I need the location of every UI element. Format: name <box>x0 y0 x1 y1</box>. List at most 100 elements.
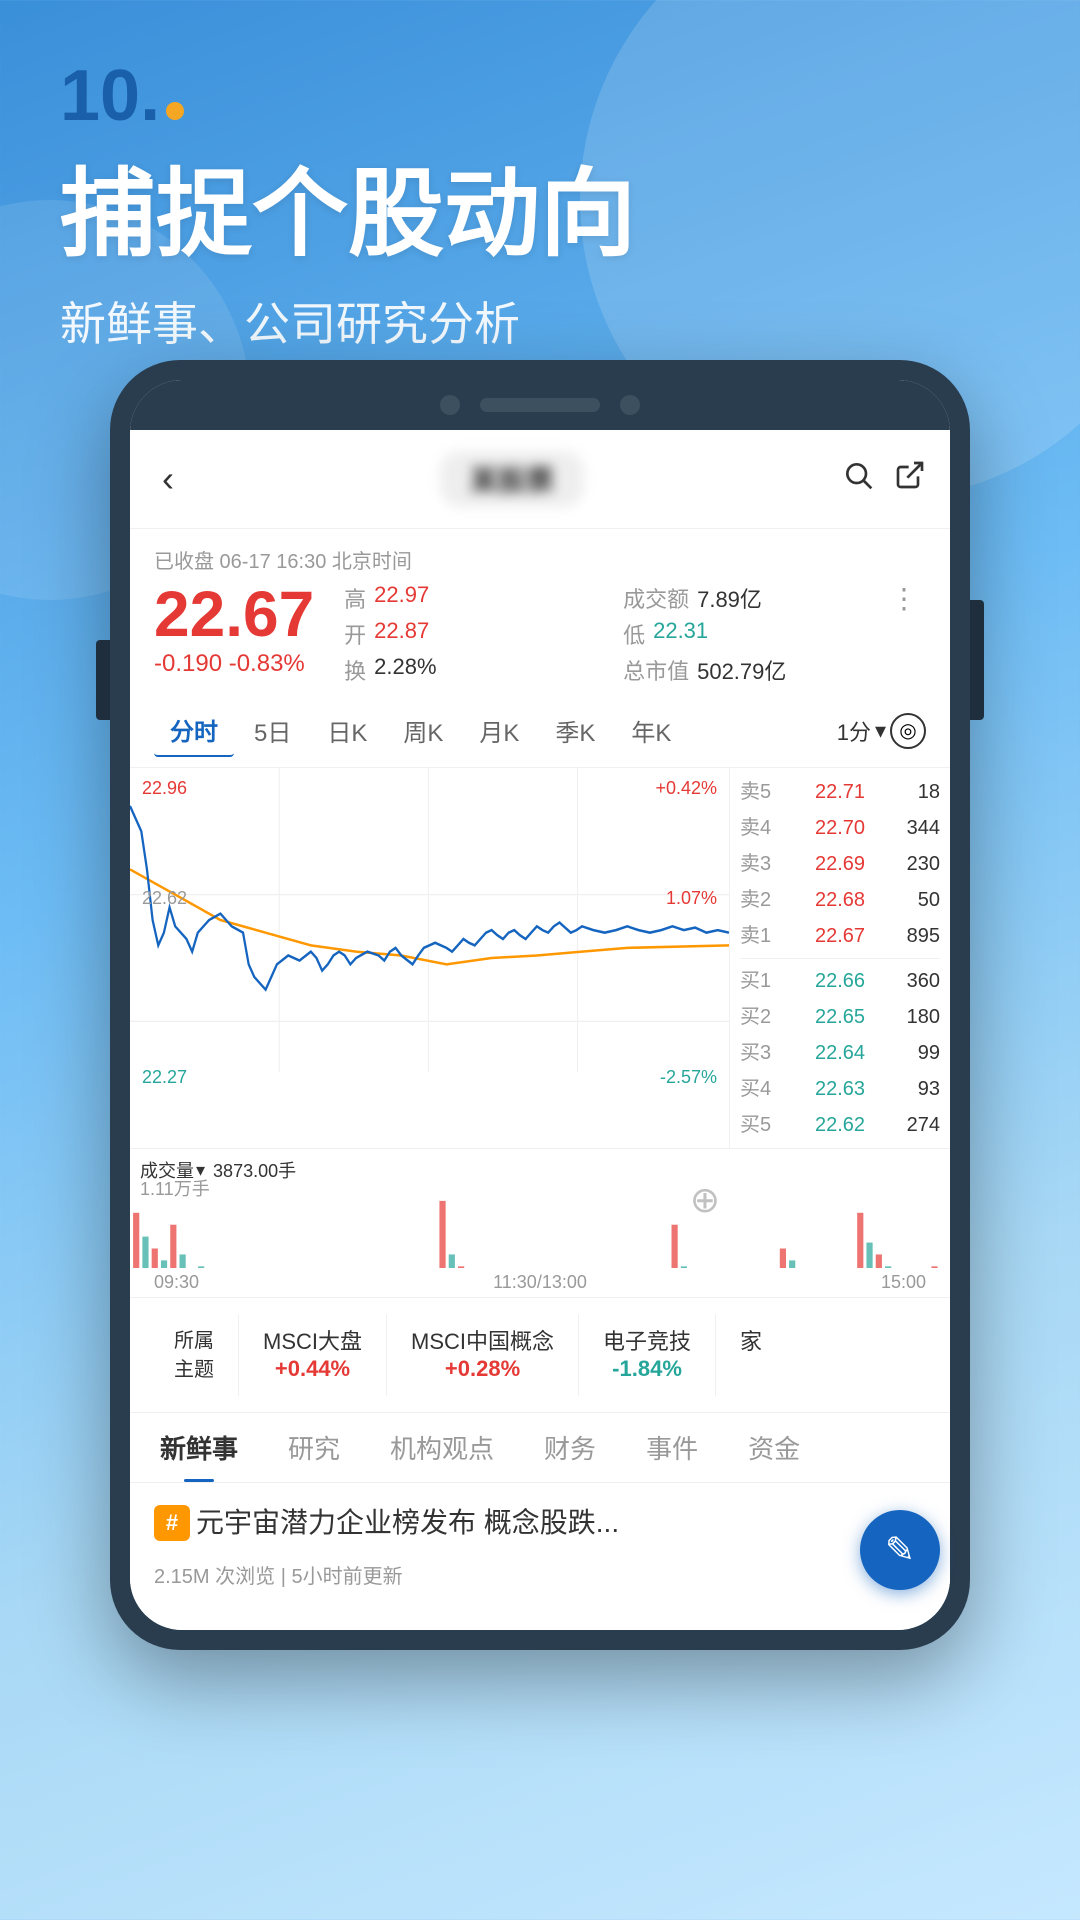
ob-buy3: 买3 22.64 99 <box>740 1035 940 1071</box>
volume-label: 成交额 <box>623 582 689 614</box>
news-hash-icon: # <box>154 1505 190 1541</box>
ob-buy2: 买2 22.65 180 <box>740 999 940 1035</box>
vol-unit: 1.11万手 <box>140 1175 210 1201</box>
sector-tag-more[interactable]: 家 <box>716 1314 786 1396</box>
hero-subtitle: 新鲜事、公司研究分析 <box>60 288 1020 354</box>
news-tag: # 元宇宙潜力企业榜发布 概念股跌... <box>154 1503 619 1542</box>
detail-open: 开 22.87 <box>344 618 603 650</box>
chart-pct-mid: 1.07% <box>666 888 717 909</box>
share-icon[interactable] <box>894 459 926 499</box>
ob-sell4: 卖4 22.70 344 <box>740 810 940 846</box>
sector-tag-msci-large[interactable]: MSCI大盘 +0.44% <box>239 1314 387 1396</box>
chart-high-label: 22.96 <box>142 778 187 799</box>
chart-freq-selector[interactable]: 1分 ▾ <box>837 715 886 747</box>
chart-mid-label: 22.62 <box>142 888 187 909</box>
front-camera-icon <box>440 395 460 415</box>
volume-bars-svg <box>130 1189 950 1268</box>
search-icon[interactable] <box>842 459 874 499</box>
sensor-icon <box>620 395 640 415</box>
sector-tag-esports[interactable]: 电子竞技 -1.84% <box>579 1314 716 1396</box>
low-label: 低 <box>623 618 645 650</box>
detail-low: 低 22.31 <box>623 618 882 650</box>
stock-price: 22.67 <box>154 582 314 646</box>
tab-research[interactable]: 研究 <box>278 1413 350 1482</box>
stock-info: 已收盘 06-17 16:30 北京时间 22.67 -0.190 -0.83%… <box>130 529 950 694</box>
chart-tabs: 分时 5日 日K 周K 月K 季K 年K 1分 ▾ ◎ <box>130 694 950 768</box>
tab-news[interactable]: 新鲜事 <box>150 1413 248 1482</box>
tab-zhouk[interactable]: 周K <box>387 705 459 756</box>
fab-button[interactable]: ✎ <box>860 1510 940 1590</box>
tab-events[interactable]: 事件 <box>636 1413 708 1482</box>
sector-tag-msci-china[interactable]: MSCI中国概念 +0.28% <box>387 1314 579 1396</box>
order-book: 卖5 22.71 18 卖4 22.70 344 卖3 22.69 23 <box>730 768 950 1148</box>
time-end: 15:00 <box>881 1272 926 1293</box>
app-logo: 10. <box>60 60 1020 132</box>
news-item[interactable]: # 元宇宙潜力企业榜发布 概念股跌... 2.15M 次浏览 | 5小时前更新 <box>130 1483 950 1599</box>
app-screen: ‹ 某股票 <box>130 430 950 1630</box>
high-value: 22.97 <box>374 582 429 614</box>
back-button[interactable]: ‹ <box>154 450 182 508</box>
tab-5ri[interactable]: 5日 <box>238 705 307 756</box>
turnover-value: 2.28% <box>374 654 436 686</box>
time-mid: 11:30/13:00 <box>493 1272 587 1293</box>
ob-buy5: 买5 22.62 274 <box>740 1107 940 1143</box>
phone-notch <box>130 380 950 430</box>
low-value: 22.31 <box>653 618 708 650</box>
detail-marketcap: 总市值 502.79亿 <box>623 654 882 686</box>
tab-yuek[interactable]: 月K <box>463 705 535 756</box>
tab-jik[interactable]: 季K <box>539 705 611 756</box>
nav-title-area: 某股票 <box>182 451 842 507</box>
tab-nian[interactable]: 年K <box>615 705 687 756</box>
nav-bar: ‹ 某股票 <box>130 430 950 529</box>
stock-status: 已收盘 06-17 16:30 北京时间 <box>154 545 926 574</box>
target-icon[interactable]: ◎ <box>890 713 926 749</box>
news-meta: 2.15M 次浏览 | 5小时前更新 <box>154 1560 926 1589</box>
marketcap-label: 总市值 <box>623 654 689 686</box>
time-start: 09:30 <box>154 1272 199 1293</box>
time-labels: 09:30 11:30/13:00 15:00 <box>130 1268 950 1298</box>
chart-low-label: 22.27 <box>142 1067 187 1088</box>
ob-sell3: 卖3 22.69 230 <box>740 846 940 882</box>
chart-pct-minus: -2.57% <box>660 1067 717 1088</box>
open-label: 开 <box>344 618 366 650</box>
logo-text: 10. <box>60 60 160 132</box>
ob-divider <box>740 958 940 959</box>
logo-dot-icon <box>166 102 184 120</box>
price-chart: 22.96 22.62 22.27 +0.42% 1.07% -2.57% <box>130 768 730 1148</box>
detail-turnover: 换 2.28% <box>344 654 603 686</box>
ob-buy4: 买4 22.63 93 <box>740 1071 940 1107</box>
price-line-svg <box>130 768 729 1148</box>
chart-pct-plus: +0.42% <box>655 778 717 799</box>
tab-capital[interactable]: 资金 <box>738 1413 810 1482</box>
ob-sell2: 卖2 22.68 50 <box>740 882 940 918</box>
tab-fenshi[interactable]: 分时 <box>154 704 234 757</box>
detail-high: 高 22.97 <box>344 582 603 614</box>
sector-tag-label: 所属 主题 <box>150 1314 239 1396</box>
more-options-icon[interactable]: ⋮ <box>882 582 926 615</box>
tab-finance[interactable]: 财务 <box>534 1413 606 1482</box>
stock-name-blurred: 某股票 <box>440 451 584 507</box>
speaker-icon <box>480 398 600 412</box>
write-icon: ✎ <box>885 1529 915 1571</box>
tab-institution[interactable]: 机构观点 <box>380 1413 504 1482</box>
news-title: 元宇宙潜力企业榜发布 概念股跌... <box>196 1503 619 1542</box>
stock-change: -0.190 -0.83% <box>154 650 314 678</box>
freq-dropdown-icon: ▾ <box>875 718 886 744</box>
vol-value: 3873.00手 <box>213 1157 296 1183</box>
stock-details: 高 22.97 成交额 7.89亿 开 22.87 <box>344 582 882 686</box>
nav-icons <box>842 459 926 499</box>
hero-title: 捕捉个股动向 <box>60 162 1020 268</box>
ob-sell5: 卖5 22.71 18 <box>740 774 940 810</box>
ob-sell1: 卖1 22.67 895 <box>740 918 940 954</box>
ob-buy1: 买1 22.66 360 <box>740 963 940 999</box>
crosshair-icon[interactable]: ⊕ <box>690 1179 720 1221</box>
volume-chart: 成交量▾ 3873.00手 1.11万手 <box>130 1149 950 1268</box>
marketcap-value: 502.79亿 <box>697 654 786 686</box>
tab-rik[interactable]: 日K <box>311 705 383 756</box>
phone-frame: ‹ 某股票 <box>110 360 970 1650</box>
content-tabs: 新鲜事 研究 机构观点 财务 事件 资金 <box>130 1413 950 1483</box>
detail-volume: 成交额 7.89亿 <box>623 582 882 614</box>
sector-tags: 所属 主题 MSCI大盘 +0.44% MSCI中国概念 +0.28% 电子竞技… <box>130 1298 950 1413</box>
high-label: 高 <box>344 582 366 614</box>
volume-value: 7.89亿 <box>697 582 762 614</box>
